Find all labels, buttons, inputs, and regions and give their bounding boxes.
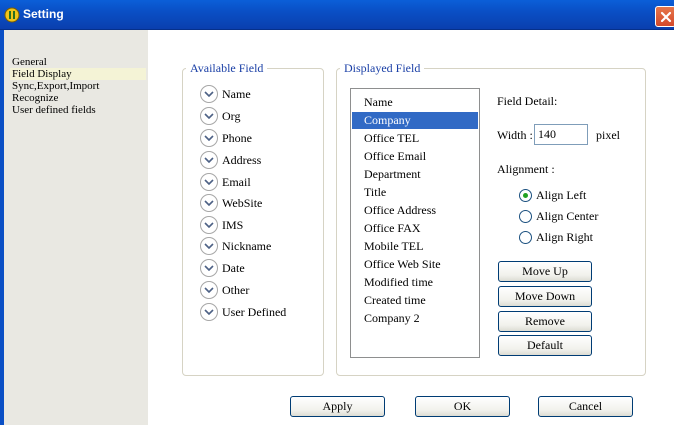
move-up-button[interactable]: Move Up bbox=[498, 261, 592, 282]
chevron-down-icon bbox=[200, 281, 218, 299]
chevron-down-icon bbox=[200, 303, 218, 321]
sidebar-item-recognize[interactable]: Recognize bbox=[10, 92, 58, 104]
field-label: WebSite bbox=[222, 195, 263, 210]
field-label: User Defined bbox=[222, 304, 287, 319]
sidebar-item-field-display[interactable]: Field Display bbox=[10, 68, 146, 80]
available-field-phone[interactable]: Phone bbox=[200, 128, 252, 148]
available-field-website[interactable]: WebSite bbox=[200, 193, 262, 213]
list-item[interactable]: Created time bbox=[352, 292, 478, 309]
available-field-email[interactable]: Email bbox=[200, 172, 251, 192]
sidebar: General Field Display Sync,Export,Import… bbox=[4, 30, 148, 425]
list-item[interactable]: Office Email bbox=[352, 148, 478, 165]
sidebar-item-user-defined-fields[interactable]: User defined fields bbox=[10, 104, 96, 116]
default-button[interactable]: Default bbox=[498, 335, 592, 356]
align-right-label: Align Right bbox=[536, 229, 594, 244]
ok-button[interactable]: OK bbox=[415, 396, 510, 417]
available-field-user-defined[interactable]: User Defined bbox=[200, 302, 286, 322]
list-item[interactable]: Title bbox=[352, 184, 478, 201]
list-item[interactable]: Name bbox=[352, 94, 478, 111]
available-field-other[interactable]: Other bbox=[200, 280, 249, 300]
align-right-radio[interactable] bbox=[519, 230, 532, 244]
align-center-option[interactable]: Align Center bbox=[519, 207, 598, 225]
list-item[interactable]: Office Address bbox=[352, 202, 478, 219]
field-label: IMS bbox=[222, 217, 244, 232]
width-unit-label: pixel bbox=[596, 128, 620, 142]
available-field-ims[interactable]: IMS bbox=[200, 215, 243, 235]
field-label: Name bbox=[222, 86, 251, 101]
available-field-date[interactable]: Date bbox=[200, 258, 245, 278]
field-detail-heading: Field Detail: bbox=[497, 94, 558, 108]
field-label: Nickname bbox=[222, 238, 272, 253]
chevron-down-icon bbox=[200, 107, 218, 125]
align-left-radio[interactable] bbox=[519, 188, 532, 202]
available-field-legend: Available Field bbox=[186, 61, 268, 75]
title-bar: Setting bbox=[0, 0, 674, 30]
list-item[interactable]: Office Web Site bbox=[352, 256, 478, 273]
sidebar-item-general[interactable]: General bbox=[10, 56, 47, 68]
field-label: Phone bbox=[222, 130, 252, 145]
chevron-down-icon bbox=[200, 129, 218, 147]
chevron-down-icon bbox=[200, 237, 218, 255]
list-item[interactable]: Department bbox=[352, 166, 478, 183]
align-left-label: Align Left bbox=[536, 187, 587, 202]
sidebar-item-sync-export-import[interactable]: Sync,Export,Import bbox=[10, 80, 99, 92]
list-item[interactable]: Company 2 bbox=[352, 310, 478, 327]
align-right-option[interactable]: Align Right bbox=[519, 228, 593, 246]
chevron-down-icon bbox=[200, 173, 218, 191]
list-item[interactable]: Company bbox=[352, 112, 478, 129]
field-label: Org bbox=[222, 108, 241, 123]
list-item[interactable]: Office FAX bbox=[352, 220, 478, 237]
list-item[interactable]: Office TEL bbox=[352, 130, 478, 147]
available-field-nickname[interactable]: Nickname bbox=[200, 236, 271, 256]
cancel-button[interactable]: Cancel bbox=[538, 396, 633, 417]
width-input[interactable] bbox=[534, 124, 588, 145]
apply-button[interactable]: Apply bbox=[290, 396, 385, 417]
align-center-label: Align Center bbox=[536, 208, 599, 223]
list-item[interactable]: Modified time bbox=[352, 274, 478, 291]
close-button[interactable] bbox=[655, 6, 674, 27]
width-label: Width : bbox=[497, 128, 533, 142]
displayed-field-legend: Displayed Field bbox=[340, 61, 425, 75]
align-center-radio[interactable] bbox=[519, 209, 532, 223]
app-icon bbox=[4, 7, 20, 23]
move-down-button[interactable]: Move Down bbox=[498, 286, 592, 307]
chevron-down-icon bbox=[200, 151, 218, 169]
available-field-name[interactable]: Name bbox=[200, 84, 251, 104]
field-label: Date bbox=[222, 260, 245, 275]
available-field-address[interactable]: Address bbox=[200, 150, 261, 170]
window-title: Setting bbox=[23, 7, 64, 21]
field-label: Email bbox=[222, 174, 251, 189]
field-label: Address bbox=[222, 152, 262, 167]
displayed-field-list[interactable]: Name Company Office TEL Office Email Dep… bbox=[350, 88, 480, 358]
available-field-org[interactable]: Org bbox=[200, 106, 240, 126]
close-icon bbox=[660, 11, 672, 23]
remove-button[interactable]: Remove bbox=[498, 311, 592, 332]
alignment-label: Alignment : bbox=[497, 162, 555, 176]
chevron-down-icon bbox=[200, 194, 218, 212]
align-left-option[interactable]: Align Left bbox=[519, 186, 586, 204]
list-item[interactable]: Mobile TEL bbox=[352, 238, 478, 255]
chevron-down-icon bbox=[200, 216, 218, 234]
field-label: Other bbox=[222, 282, 250, 297]
chevron-down-icon bbox=[200, 85, 218, 103]
chevron-down-icon bbox=[200, 259, 218, 277]
